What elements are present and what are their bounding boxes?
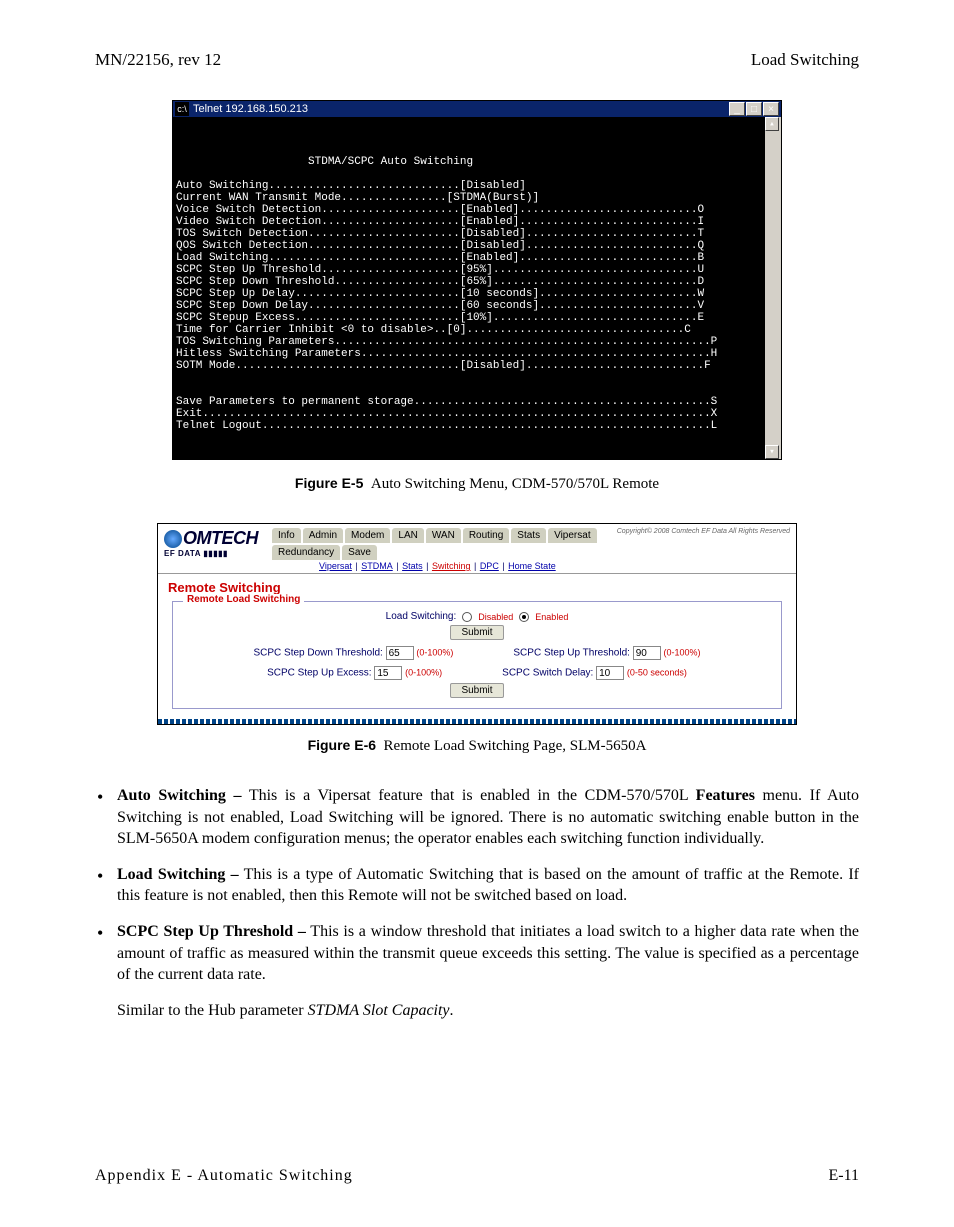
tab-save[interactable]: Save <box>342 545 377 560</box>
comtech-logo: OMTECH EF DATA ▮▮▮▮▮ <box>164 528 258 558</box>
load-switching-label: Load Switching: <box>386 611 457 622</box>
figure-torn-edge <box>158 719 796 724</box>
globe-icon <box>164 530 182 548</box>
step-up-threshold-label: SCPC Step Up Threshold: <box>513 648 630 659</box>
footer-left: Appendix E - Automatic Switching <box>95 1167 353 1185</box>
cmd-icon: c:\ <box>175 102 189 116</box>
step-up-excess-input[interactable] <box>374 666 402 680</box>
step-up-threshold-input[interactable] <box>633 646 661 660</box>
telnet-window: c:\ Telnet 192.168.150.213 _ □ × ▴ ▾ STD… <box>172 100 782 460</box>
web-ui-figure: OMTECH EF DATA ▮▮▮▮▮ InfoAdminModemLANWA… <box>157 523 797 725</box>
radio-disabled[interactable] <box>462 612 472 622</box>
hint-pct-1: (0-100%) <box>416 648 453 658</box>
remote-load-fieldset: Remote Load Switching Load Switching: Di… <box>172 601 782 709</box>
sublink-dpc[interactable]: DPC <box>480 561 499 571</box>
step-up-excess-label: SCPC Step Up Excess: <box>267 668 371 679</box>
sublink-switching[interactable]: Switching <box>432 561 471 571</box>
bullet-scpc-step-up: SCPC Step Up Threshold – This is a windo… <box>117 921 859 986</box>
window-title: Telnet 192.168.150.213 <box>193 103 308 115</box>
sublink-home-state[interactable]: Home State <box>508 561 556 571</box>
sublink-stdma[interactable]: STDMA <box>361 561 393 571</box>
submit-button-1[interactable]: Submit <box>450 625 503 640</box>
tab-wan[interactable]: WAN <box>426 528 461 543</box>
switch-delay-label: SCPC Switch Delay: <box>502 668 593 679</box>
tab-redundancy[interactable]: Redundancy <box>272 545 340 560</box>
step-down-threshold-input[interactable] <box>386 646 414 660</box>
figure-e5-caption: Figure E-5 Auto Switching Menu, CDM-570/… <box>95 475 859 493</box>
fieldset-legend: Remote Load Switching <box>183 594 304 605</box>
minimize-button[interactable]: _ <box>729 102 745 116</box>
figure-e6-caption: Figure E-6 Remote Load Switching Page, S… <box>95 737 859 755</box>
nav-sublinks: Vipersat | STDMA | Stats | Switching | D… <box>258 561 617 571</box>
bullet-list: Auto Switching – This is a Vipersat feat… <box>95 785 859 986</box>
radio-enabled-label: Enabled <box>535 612 568 622</box>
hint-pct-3: (0-100%) <box>405 668 442 678</box>
hint-sec: (0-50 seconds) <box>627 668 687 678</box>
switch-delay-input[interactable] <box>596 666 624 680</box>
scrollbar[interactable]: ▴ ▾ <box>765 117 781 459</box>
radio-enabled[interactable] <box>519 612 529 622</box>
doc-id: MN/22156, rev 12 <box>95 50 221 70</box>
radio-disabled-label: Disabled <box>478 612 513 622</box>
tab-lan[interactable]: LAN <box>392 528 423 543</box>
tab-stats[interactable]: Stats <box>511 528 546 543</box>
tab-modem[interactable]: Modem <box>345 528 390 543</box>
step-down-threshold-label: SCPC Step Down Threshold: <box>253 648 382 659</box>
maximize-button[interactable]: □ <box>746 102 762 116</box>
tab-admin[interactable]: Admin <box>303 528 343 543</box>
submit-button-2[interactable]: Submit <box>450 683 503 698</box>
bullet-load-switching: Load Switching – This is a type of Autom… <box>117 864 859 907</box>
close-button[interactable]: × <box>763 102 779 116</box>
nav-tabs: InfoAdminModemLANWANRoutingStatsVipersat… <box>272 528 617 560</box>
doc-section: Load Switching <box>751 50 859 70</box>
window-titlebar: c:\ Telnet 192.168.150.213 _ □ × <box>173 101 781 117</box>
tab-routing[interactable]: Routing <box>463 528 509 543</box>
scroll-up-icon[interactable]: ▴ <box>765 117 779 131</box>
page-number: E-11 <box>828 1167 859 1185</box>
sublink-vipersat[interactable]: Vipersat <box>319 561 352 571</box>
terminal-output: ▴ ▾ STDMA/SCPC Auto Switching Auto Switc… <box>173 117 781 459</box>
scroll-down-icon[interactable]: ▾ <box>765 445 779 459</box>
sublink-stats[interactable]: Stats <box>402 561 423 571</box>
tab-vipersat[interactable]: Vipersat <box>548 528 597 543</box>
bullet-auto-switching: Auto Switching – This is a Vipersat feat… <box>117 785 859 850</box>
paragraph-similar: Similar to the Hub parameter STDMA Slot … <box>95 1000 859 1022</box>
copyright: Copyright© 2008 Comtech EF Data All Righ… <box>617 528 790 536</box>
hint-pct-2: (0-100%) <box>664 648 701 658</box>
tab-info[interactable]: Info <box>272 528 301 543</box>
